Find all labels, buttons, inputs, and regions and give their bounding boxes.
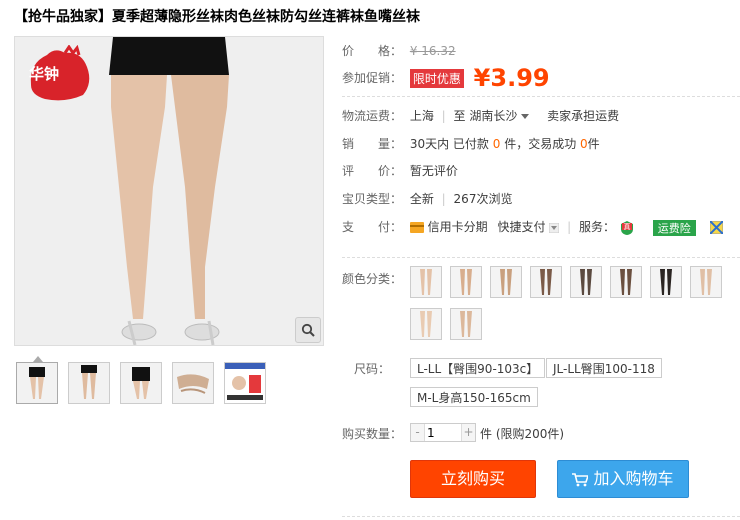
separator: | [441, 109, 446, 123]
shipping-label: 物流运费： [342, 109, 403, 123]
shipping-to-label: 至 [453, 109, 466, 123]
shipping-fee: 卖家承担运费 [547, 109, 620, 123]
size-option-3[interactable]: M-L身高150-165cm [410, 387, 538, 407]
more-services-icon[interactable] [708, 220, 724, 235]
sales-done-count: 0 [580, 137, 588, 151]
color-label: 颜色分类： [342, 272, 403, 286]
quick-pay-link[interactable]: 快捷支付 [498, 220, 546, 234]
buy-now-button[interactable]: 立刻购买 [410, 460, 536, 498]
currency-symbol: ¥ [473, 64, 491, 92]
color-swatch[interactable] [450, 308, 482, 340]
qty-label: 购买数量： [342, 427, 403, 441]
original-price: ¥ 16.32 [409, 44, 456, 58]
credit-card-icon [409, 222, 424, 233]
sales-mid: 件，交易成功 [500, 137, 581, 151]
item-type-value: 全新 [409, 192, 434, 206]
review-label: 评 价： [342, 164, 403, 178]
thumbnail-1[interactable] [16, 362, 58, 404]
thumbnail-3[interactable] [120, 362, 162, 404]
separator: | [441, 192, 446, 206]
item-type-label: 宝贝类型： [342, 192, 403, 206]
size-option-1[interactable]: L-LL【臀围90-103c】 [410, 358, 546, 378]
magnifier-icon [301, 323, 315, 337]
color-swatch[interactable] [610, 266, 642, 298]
freight-insurance-badge[interactable]: 运费险 [652, 219, 696, 236]
brand-logo-text: 华钟 [29, 65, 60, 83]
thumbnail-4[interactable] [172, 362, 214, 404]
chevron-down-icon[interactable] [521, 113, 530, 120]
divider [342, 516, 740, 517]
sales-row: 销 量： 30天内 已付款 0 件，交易成功 0件 [342, 135, 600, 152]
qty-stock: 件 (限购200件) [480, 427, 565, 441]
payment-label: 支 付： [342, 220, 403, 234]
price-row: 价 格： ¥ 16.32 [342, 42, 456, 59]
promo-label: 参加促销： [342, 70, 403, 85]
color-label-row: 颜色分类： [342, 270, 406, 287]
promo-price-value: 3.99 [490, 64, 550, 92]
main-product-image[interactable]: 华钟 [14, 36, 324, 346]
quantity-stepper: - + [410, 423, 476, 442]
color-swatch[interactable] [690, 266, 722, 298]
item-type-row: 宝贝类型： 全新 | 267次浏览 [342, 190, 512, 207]
credit-installment-link[interactable]: 信用卡分期 [428, 220, 488, 234]
sales-suffix: 件 [587, 137, 600, 151]
qty-input[interactable] [424, 424, 462, 441]
color-swatch[interactable] [530, 266, 562, 298]
authentic-badge-text: 真 [623, 222, 630, 231]
review-value: 暂无评价 [409, 164, 458, 178]
color-swatch[interactable] [490, 266, 522, 298]
promo-price: ¥3.99 [474, 64, 550, 92]
view-count: 267次浏览 [453, 192, 513, 206]
color-swatch[interactable] [410, 266, 442, 298]
review-row: 评 价： 暂无评价 [342, 162, 458, 179]
zoom-button[interactable] [295, 317, 321, 343]
chevron-down-icon[interactable] [548, 222, 560, 233]
divider [342, 96, 740, 97]
color-swatch[interactable] [650, 266, 682, 298]
size-option-2[interactable]: JL-LL臀围100-118 [546, 358, 662, 378]
thumbnail-2[interactable] [68, 362, 110, 404]
price-label: 价 格： [342, 44, 403, 58]
add-to-cart-label: 加入购物车 [593, 469, 674, 488]
shipping-destination[interactable]: 湖南长沙 [469, 109, 517, 123]
thumbnail-5[interactable] [224, 362, 266, 404]
qty-label-row: 购买数量： [342, 425, 406, 442]
color-swatch[interactable] [450, 266, 482, 298]
service-label: 服务： [579, 220, 616, 234]
cart-icon [572, 472, 590, 486]
size-label: 尺码： [353, 362, 390, 376]
size-label-row: 尺码： [342, 360, 390, 377]
authentic-guarantee-icon[interactable]: 真 [619, 220, 635, 236]
color-swatch[interactable] [410, 308, 442, 340]
promo-row: 参加促销： 限时优惠 ¥3.99 [342, 64, 550, 92]
color-swatch[interactable] [570, 266, 602, 298]
sales-label: 销 量： [342, 137, 403, 151]
qty-plus-button[interactable]: + [462, 424, 475, 441]
separator: | [567, 220, 572, 234]
qty-minus-button[interactable]: - [411, 424, 424, 441]
product-title: 【抢牛品独家】夏季超薄隐形丝袜肉色丝袜防勾丝连裤袜鱼嘴丝袜 [14, 9, 420, 25]
divider [342, 257, 740, 258]
shipping-from: 上海 [409, 109, 434, 123]
add-to-cart-button[interactable]: 加入购物车 [557, 460, 689, 498]
payment-row: 支 付： 信用卡分期 快捷支付 | 服务： 真 运费险 [342, 218, 724, 236]
promo-badge: 限时优惠 [409, 68, 464, 88]
sales-prefix: 30天内 已付款 [409, 137, 493, 151]
shipping-row: 物流运费： 上海 | 至 湖南长沙 卖家承担运费 [342, 107, 619, 124]
